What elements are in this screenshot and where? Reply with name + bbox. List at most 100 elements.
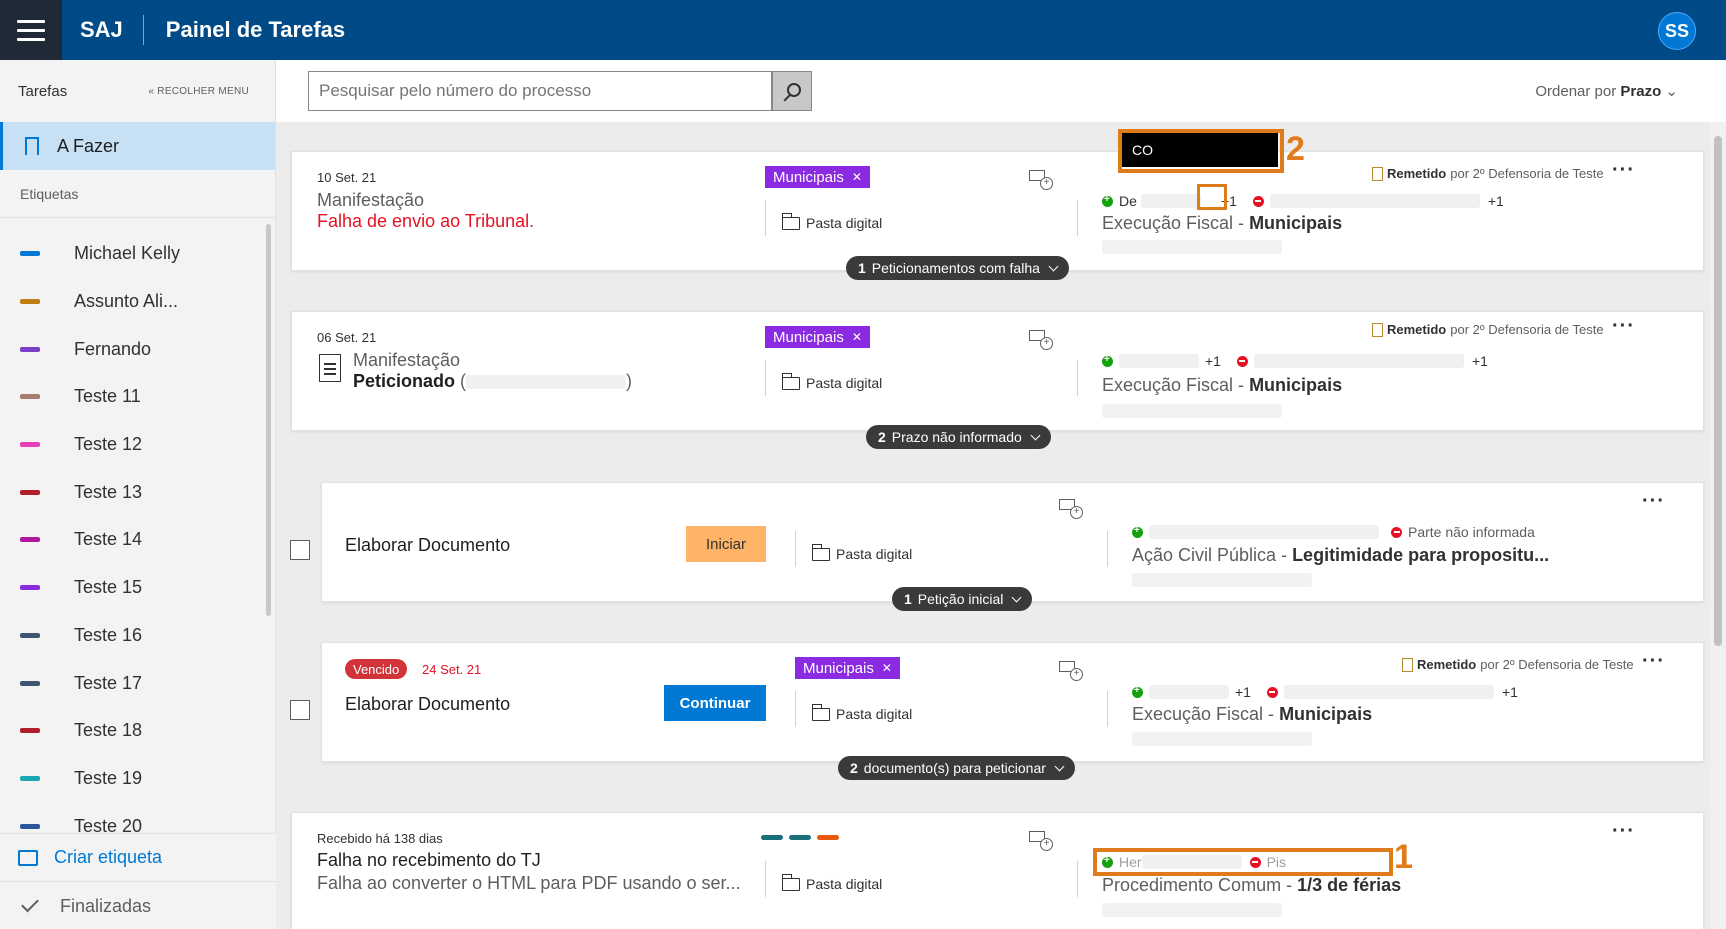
case-subject: Legitimidade para propositu... [1292,545,1550,565]
tag-item[interactable]: Teste 12 [0,421,268,469]
tag-item[interactable]: Teste 11 [0,373,268,421]
add-to-folder-icon[interactable] [1029,831,1053,851]
search-button[interactable] [772,71,812,111]
tag-item[interactable]: Teste 14 [0,516,268,564]
pasta-label: Pasta digital [836,546,913,562]
tag-label: Teste 14 [74,529,143,550]
tag-chip[interactable]: Municipais ✕ [795,657,900,679]
task-card[interactable]: Recebido há 138 dias Falha no recebiment… [291,812,1704,929]
tag-item[interactable]: Teste 17 [0,659,268,707]
hamburger-menu-icon[interactable] [0,0,62,60]
search-input[interactable] [308,71,772,111]
pasta-digital-link[interactable]: Pasta digital [781,212,883,231]
pasta-digital-link[interactable]: Pasta digital [781,873,883,892]
collapse-menu-button[interactable]: « RECOLHER MENU [148,86,249,97]
case-class: Procedimento Comum - 1/3 de férias [1102,875,1401,896]
add-to-folder-icon[interactable] [1059,499,1083,519]
tag-color-swatch [20,775,40,781]
document-icon [1402,657,1413,672]
sidebar-item-a-fazer[interactable]: A Fazer [0,122,275,170]
start-button[interactable]: Iniciar [686,526,766,562]
tag-item[interactable]: Teste 13 [0,468,268,516]
parties-row: Parte não informada [1132,524,1535,540]
close-icon[interactable]: ✕ [852,170,862,184]
folder-icon [811,543,830,561]
tag-item[interactable]: Teste 18 [0,707,268,755]
pasta-label: Pasta digital [806,876,883,892]
status-pill[interactable]: 2 documento(s) para peticionar [838,756,1075,780]
tag-color-swatch [20,394,40,400]
sidebar-footer: Criar etiqueta Finalizadas [0,833,276,929]
minus-circle-icon [1252,195,1264,207]
tag-chip[interactable]: Municipais ✕ [765,326,870,348]
task-card[interactable]: 06 Set. 21 Manifestação Peticionado () M… [291,311,1704,431]
pasta-digital-link[interactable]: Pasta digital [781,372,883,391]
more-options-icon[interactable]: ··· [1642,491,1665,511]
tag-icon [18,849,38,866]
pill-count: 2 [878,429,886,445]
pill-label: Peticionamentos com falha [871,260,1040,276]
minus-circle-icon [1266,686,1278,698]
tag-chip[interactable]: Municipais ✕ [765,166,870,188]
chevron-down-icon [1011,592,1022,602]
overdue-badge: Vencido [345,659,408,679]
case-subject: Municipais [1279,704,1373,724]
more-parties-count[interactable]: +1 [1488,193,1504,209]
add-to-folder-icon[interactable] [1029,330,1053,350]
create-tag-button[interactable]: Criar etiqueta [0,834,276,882]
task-title: Falha no recebimento do TJ [317,850,541,870]
tag-item[interactable]: Teste 16 [0,612,268,660]
document-icon [1372,322,1383,337]
tag-item[interactable]: Michael Kelly [0,230,268,278]
tag-color-swatch [20,585,40,591]
main-scrollbar[interactable] [1710,122,1726,929]
tag-item[interactable]: Fernando [0,325,268,373]
remetido-info: Remetido por 2º Defensoria de Teste [1372,166,1604,181]
pasta-digital-link[interactable]: Pasta digital [811,543,913,562]
redacted-text [1132,732,1312,746]
more-parties-count[interactable]: +1 [1235,684,1251,700]
task-card[interactable]: Elaborar Documento Iniciar Pasta digital… [321,482,1704,602]
status-pill[interactable]: 1 Petição inicial [892,587,1033,611]
sidebar-title: Tarefas [18,82,68,100]
minus-circle-icon [1391,526,1402,538]
redacted-text [1102,240,1282,254]
more-parties-count[interactable]: +1 [1472,353,1488,369]
task-card[interactable]: Vencido 24 Set. 21 Elaborar Documento Co… [321,642,1704,762]
more-options-icon[interactable]: ··· [1612,316,1635,336]
pasta-digital-link[interactable]: Pasta digital [811,703,912,722]
add-to-folder-icon[interactable] [1029,170,1053,190]
more-options-icon[interactable]: ··· [1642,651,1665,671]
case-subject: Municipais [1249,213,1343,233]
redacted-text [1119,354,1199,368]
tag-chip-label: Municipais [803,659,874,677]
scrollbar-thumb[interactable] [1714,136,1722,646]
pasta-label: Pasta digital [806,375,883,391]
close-icon[interactable]: ✕ [882,661,892,675]
status-pill[interactable]: 2 Prazo não informado [866,425,1051,449]
task-card[interactable]: 10 Set. 21 Manifestação Falha de envio a… [291,151,1704,271]
more-parties-count[interactable]: +1 [1502,684,1518,700]
add-to-folder-icon[interactable] [1059,661,1083,681]
more-options-icon[interactable]: ··· [1612,821,1635,841]
continue-button[interactable]: Continuar [664,685,766,721]
tag-item[interactable]: Teste 19 [0,755,268,803]
task-status: Peticionado () [353,371,632,392]
document-icon [319,354,341,382]
sidebar-item-finalizadas[interactable]: Finalizadas [0,882,276,929]
tag-chip-label: Municipais [773,168,844,186]
brand-logo[interactable]: SAJ [62,15,144,45]
pasta-label: Pasta digital [806,215,883,231]
sidebar-scrollbar[interactable] [266,224,271,616]
task-checkbox[interactable] [290,700,310,720]
tag-item[interactable]: Assunto Ali... [0,278,268,326]
avatar[interactable]: SS [1658,12,1696,50]
close-icon[interactable]: ✕ [852,330,862,344]
annotation-number-1: 1 [1394,838,1413,876]
more-options-icon[interactable]: ··· [1612,160,1635,180]
status-pill[interactable]: 1 Peticionamentos com falha [846,256,1069,280]
sort-dropdown[interactable]: Ordenar por Prazo ⌄ [1535,82,1678,100]
task-checkbox[interactable] [290,540,310,560]
tag-item[interactable]: Teste 15 [0,564,268,612]
more-parties-count[interactable]: +1 [1205,353,1221,369]
